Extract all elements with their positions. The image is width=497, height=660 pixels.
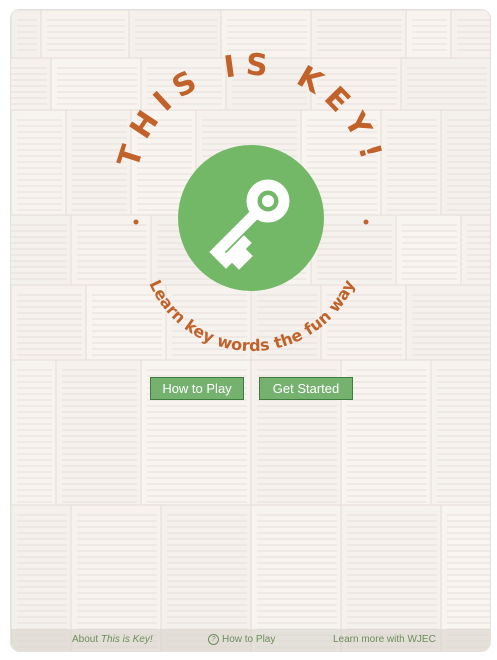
footer-wjec-link[interactable]: Learn more with WJEC xyxy=(333,634,436,645)
footer-about-prefix: About xyxy=(72,634,101,645)
dot-right xyxy=(363,219,369,225)
footer-bar: About This is Key! ? How to Play Learn mo… xyxy=(11,629,490,651)
get-started-button[interactable]: Get Started xyxy=(259,377,353,400)
app-frame: THIS IS KEY! Learn key words the fun way… xyxy=(10,9,491,652)
how-to-play-button[interactable]: How to Play xyxy=(150,377,244,400)
footer-how-to-play-link[interactable]: ? How to Play xyxy=(208,634,275,645)
footer-about-name: This is Key! xyxy=(100,634,153,645)
logo-badge: THIS IS KEY! Learn key words the fun way xyxy=(111,47,381,355)
dot-left xyxy=(133,219,139,225)
footer-about-link[interactable]: About This is Key! xyxy=(72,634,153,645)
question-circle-icon: ? xyxy=(208,634,219,645)
footer-how-to-play-label: How to Play xyxy=(222,634,276,645)
